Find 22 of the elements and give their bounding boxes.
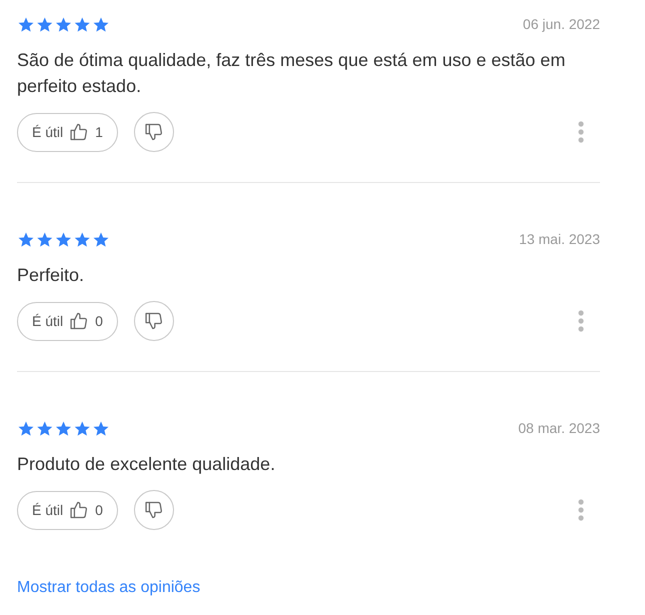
helpful-button[interactable]: É útil 0 <box>17 490 118 530</box>
thumbs-down-icon <box>144 311 164 331</box>
more-icon <box>578 498 584 521</box>
review-date: 13 mai. 2023 <box>519 230 600 249</box>
not-helpful-button[interactable] <box>134 490 174 530</box>
review-date: 08 mar. 2023 <box>518 419 600 438</box>
not-helpful-button[interactable] <box>134 112 174 152</box>
review-text: Perfeito. <box>17 264 86 287</box>
thumbs-down-icon <box>144 122 164 142</box>
review-text: Produto de excelente qualidade. <box>17 453 276 476</box>
more-icon <box>578 310 584 332</box>
thumbs-up-icon <box>69 500 90 520</box>
thumbs-up-icon <box>69 122 90 142</box>
helpful-button[interactable]: É útil 1 <box>17 112 118 152</box>
helpful-button[interactable]: É útil 0 <box>17 302 118 340</box>
thumbs-up-icon <box>69 311 90 331</box>
thumbs-down-icon <box>144 500 164 520</box>
review-text: São de ótima qualidade, faz três meses que está em uso e estão em perfeito estado. <box>17 49 566 98</box>
more-icon <box>578 120 584 143</box>
review-date: 06 jun. 2022 <box>522 15 600 34</box>
not-helpful-button[interactable] <box>134 301 174 341</box>
show-all-reviews-link[interactable]: Mostrar todas as opiniões <box>17 576 200 600</box>
